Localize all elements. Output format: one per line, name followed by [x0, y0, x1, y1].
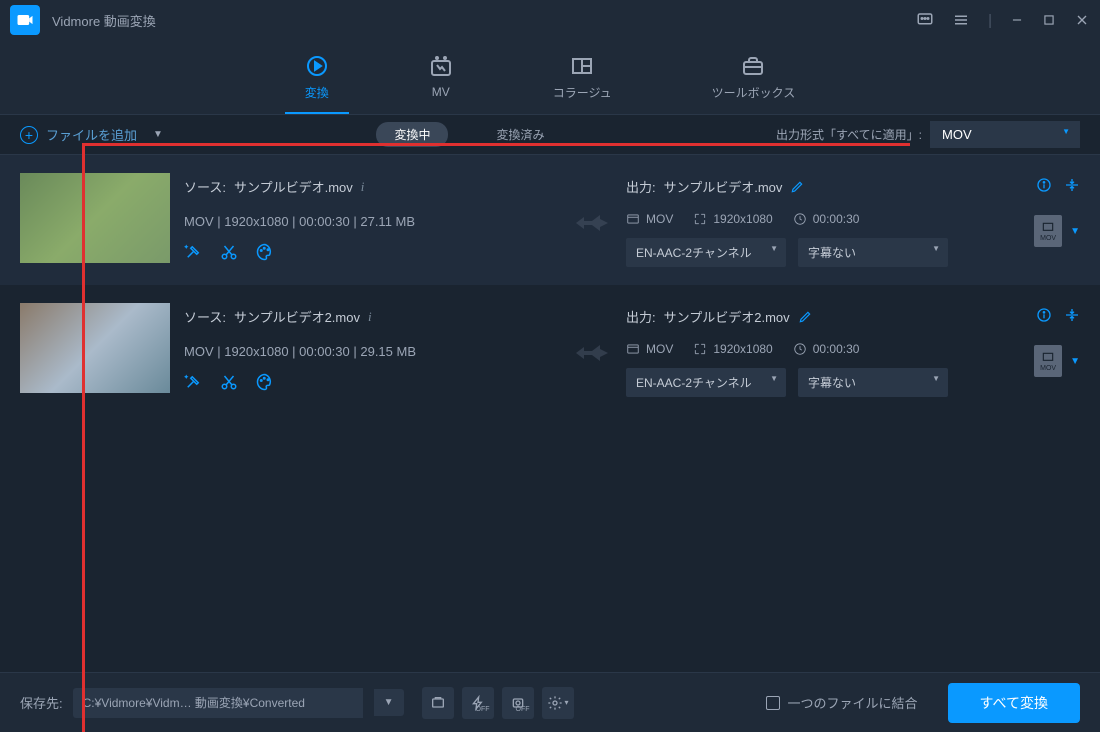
collage-icon: [570, 54, 594, 78]
file-list: ソース: サンプルビデオ.mov i MOV | 1920x1080 | 00:0…: [0, 155, 1100, 672]
out-format: MOV: [646, 212, 673, 226]
output-prefix: 出力:: [626, 307, 656, 326]
gpu-accel-icon[interactable]: OFF: [462, 687, 494, 719]
arrow-icon: [572, 303, 612, 363]
convert-icon: [305, 54, 329, 78]
output-name: サンプルビデオ.mov: [664, 177, 783, 196]
settings-icon[interactable]: ▾: [542, 687, 574, 719]
item-info-icon[interactable]: [1036, 177, 1052, 193]
palette-icon[interactable]: [256, 243, 274, 261]
tab-label: MV: [432, 85, 450, 99]
app-title: Vidmore 動画変換: [52, 11, 916, 30]
menu-icon[interactable]: [952, 11, 970, 29]
open-folder-icon[interactable]: [422, 687, 454, 719]
tab-toolbox[interactable]: ツールボックス: [692, 40, 816, 114]
file-item[interactable]: ソース: サンプルビデオ.mov i MOV | 1920x1080 | 00:0…: [0, 155, 1100, 285]
enhance-icon[interactable]: [184, 373, 202, 391]
enhance-icon[interactable]: [184, 243, 202, 261]
convert-all-button[interactable]: すべて変換: [948, 683, 1080, 723]
item-info-icon[interactable]: [1036, 307, 1052, 323]
tab-label: コラージュ: [553, 84, 612, 101]
format-badge[interactable]: MOV: [1034, 345, 1062, 377]
output-format-select[interactable]: MOV: [930, 121, 1080, 148]
toolbox-icon: [741, 54, 765, 78]
source-meta: MOV | 1920x1080 | 00:00:30 | 29.15 MB: [184, 344, 558, 359]
merge-label: 一つのファイルに結合: [788, 693, 918, 712]
format-dropdown-icon[interactable]: ▼: [1070, 356, 1080, 367]
cut-icon[interactable]: [220, 243, 238, 261]
source-prefix: ソース:: [184, 307, 226, 326]
tab-convert[interactable]: 変換: [285, 40, 349, 114]
source-name: サンプルビデオ.mov: [234, 177, 353, 196]
output-format-value: MOV: [942, 127, 972, 142]
annotation-line: [82, 143, 910, 146]
out-resolution: 1920x1080: [713, 212, 772, 226]
feedback-icon[interactable]: [916, 11, 934, 29]
tab-label: 変換: [305, 84, 329, 101]
save-to-label: 保存先:: [20, 693, 63, 712]
tab-collage[interactable]: コラージュ: [533, 40, 632, 114]
app-logo: [10, 5, 40, 35]
audio-select[interactable]: EN-AAC-2チャンネル: [626, 238, 786, 267]
annotation-line: [82, 143, 85, 732]
arrow-icon: [572, 173, 612, 233]
add-file-label: ファイルを追加: [46, 125, 137, 144]
source-prefix: ソース:: [184, 177, 226, 196]
toolbar: + ファイルを追加 ▼ 変換中 変換済み 出力形式「すべてに適用」: MOV: [0, 115, 1100, 155]
divider: |: [988, 12, 992, 29]
subtitle-select[interactable]: 字幕ない: [798, 238, 948, 267]
out-resolution: 1920x1080: [713, 342, 772, 356]
info-icon[interactable]: i: [361, 179, 365, 195]
tab-mv[interactable]: MV: [409, 40, 473, 114]
output-name: サンプルビデオ2.mov: [664, 307, 790, 326]
mv-icon: [429, 55, 453, 79]
main-tabs: 変換 MV コラージュ ツールボックス: [0, 40, 1100, 115]
palette-icon[interactable]: [256, 373, 274, 391]
checkbox-icon: [766, 696, 780, 710]
compress-icon[interactable]: [1064, 307, 1080, 323]
output-prefix: 出力:: [626, 177, 656, 196]
out-duration: 00:00:30: [813, 212, 860, 226]
add-file-button[interactable]: + ファイルを追加 ▼: [20, 125, 163, 144]
edit-icon[interactable]: [798, 310, 812, 324]
thumbnail[interactable]: [20, 303, 170, 393]
bottom-bar: 保存先: ▼ OFF OFF ▾ 一つのファイルに結合 すべて変換: [0, 672, 1100, 732]
audio-select[interactable]: EN-AAC-2チャンネル: [626, 368, 786, 397]
add-file-dropdown[interactable]: ▼: [153, 129, 163, 140]
format-dropdown-icon[interactable]: ▼: [1070, 226, 1080, 237]
source-meta: MOV | 1920x1080 | 00:00:30 | 27.11 MB: [184, 214, 558, 229]
source-name: サンプルビデオ2.mov: [234, 307, 360, 326]
format-badge[interactable]: MOV: [1034, 215, 1062, 247]
file-item[interactable]: ソース: サンプルビデオ2.mov i MOV | 1920x1080 | 00:…: [0, 285, 1100, 415]
subtitle-select[interactable]: 字幕ない: [798, 368, 948, 397]
titlebar: Vidmore 動画変換 |: [0, 0, 1100, 40]
edit-icon[interactable]: [790, 180, 804, 194]
high-speed-icon[interactable]: OFF: [502, 687, 534, 719]
close-icon[interactable]: [1074, 12, 1090, 28]
save-path-input[interactable]: [73, 688, 363, 718]
info-icon[interactable]: i: [368, 309, 372, 325]
thumbnail[interactable]: [20, 173, 170, 263]
merge-checkbox[interactable]: 一つのファイルに結合: [766, 693, 918, 712]
output-format-label: 出力形式「すべてに適用」:: [776, 126, 922, 143]
minimize-icon[interactable]: [1010, 13, 1024, 27]
tab-label: ツールボックス: [712, 84, 796, 101]
out-duration: 00:00:30: [813, 342, 860, 356]
cut-icon[interactable]: [220, 373, 238, 391]
plus-icon: +: [20, 126, 38, 144]
maximize-icon[interactable]: [1042, 13, 1056, 27]
out-format: MOV: [646, 342, 673, 356]
compress-icon[interactable]: [1064, 177, 1080, 193]
save-path-dropdown[interactable]: ▼: [374, 689, 404, 716]
